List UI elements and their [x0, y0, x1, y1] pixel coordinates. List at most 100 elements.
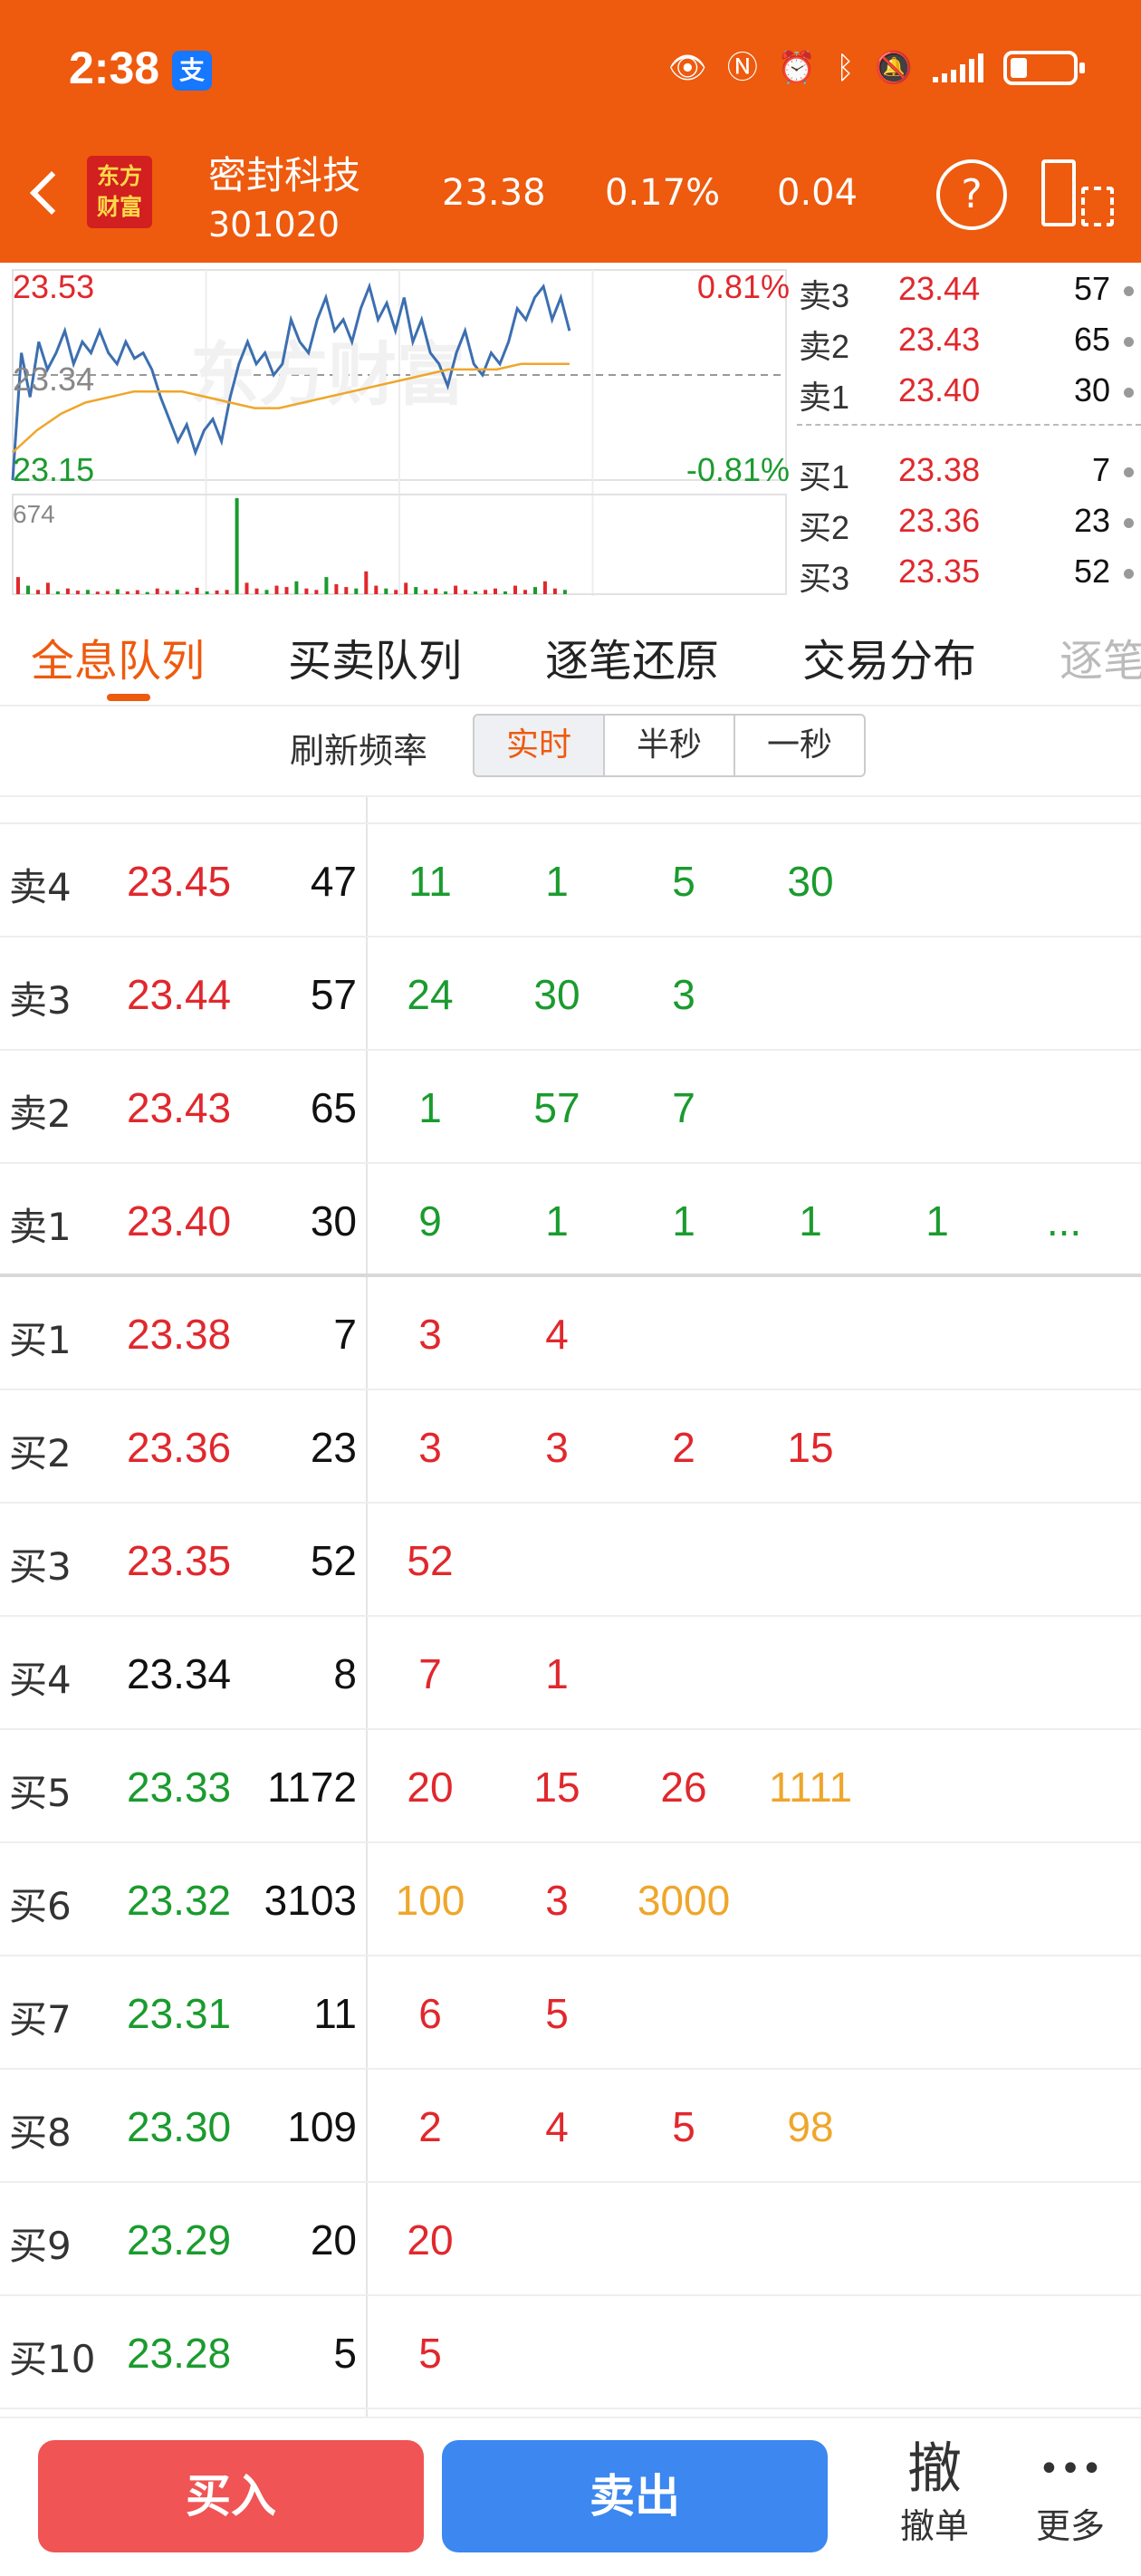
volume-bar	[55, 591, 60, 594]
queue-table[interactable]: 卖4 23.45 47 11 1 5 30 卖3 23.44 57 24 30 3 卖2 23.43 65 1 5…	[0, 797, 1141, 2417]
queue-order: 2	[672, 1424, 695, 1471]
queue-volume: 3103	[264, 1877, 357, 1924]
buy-button[interactable]: 买入	[38, 2440, 424, 2552]
intraday-chart[interactable]: 东方财富 23.53 23.34 23.15 0.81% -0.81% 674	[0, 263, 797, 598]
queue-row[interactable]: 买3 23.35 52 52	[0, 1504, 1141, 1617]
order-book-volume: 30	[1073, 371, 1110, 409]
volume-bar	[135, 590, 139, 594]
volume-bar	[364, 571, 369, 594]
queue-row[interactable]: 买7 23.31 11 6 5	[0, 1956, 1141, 2070]
queue-order: 52	[407, 1537, 454, 1584]
chart-min-price: 23.15	[13, 451, 95, 488]
queue-level: 卖1	[9, 1205, 72, 1249]
volume-bar	[284, 587, 289, 594]
tab-full-queue[interactable]: 全息队列	[31, 625, 205, 688]
order-book-row[interactable]: 卖1 23.40 30	[797, 366, 1141, 416]
header-change: 0.04	[777, 172, 858, 214]
queue-price: 23.44	[127, 971, 232, 1018]
queue-order: 9	[418, 1197, 442, 1245]
order-book-price: 23.38	[898, 451, 981, 488]
queue-order: ...	[1046, 1197, 1082, 1245]
eye-icon: 👁	[667, 50, 707, 86]
queue-row[interactable]: 买4 23.34 8 7 1	[0, 1617, 1141, 1730]
order-book-level: 买1	[799, 458, 850, 495]
volume-bar	[26, 585, 30, 594]
queue-order: 1	[545, 858, 569, 905]
order-book-dot-icon	[1124, 518, 1134, 528]
tab-tick-restore[interactable]: 逐笔还原	[545, 625, 719, 688]
chart-max-pct: 0.81%	[696, 268, 790, 305]
help-button[interactable]: ?	[936, 159, 1007, 230]
tab-trade-distribution[interactable]: 交易分布	[802, 625, 976, 688]
alipay-icon: 支	[172, 51, 212, 91]
queue-row[interactable]: 买8 23.30 109 2 4 5 98	[0, 2070, 1141, 2183]
volume-bar	[404, 582, 408, 594]
order-book-row[interactable]: 买3 23.35 52	[797, 547, 1141, 597]
queue-price: 23.34	[127, 1650, 232, 1697]
queue-row[interactable]: 卖2 23.43 65 1 57 7	[0, 1051, 1141, 1164]
back-button[interactable]	[20, 163, 74, 226]
queue-order: 5	[672, 2103, 695, 2150]
order-book-price: 23.40	[898, 371, 981, 409]
volume-bar	[244, 582, 249, 594]
switch-stock-icon[interactable]	[1041, 159, 1114, 230]
volume-bar	[95, 591, 100, 594]
refresh-half-second-button[interactable]: 半秒	[603, 714, 735, 777]
queue-row[interactable]: 买2 23.36 23 3 3 2 15	[0, 1390, 1141, 1504]
logo-text-2: 财富	[96, 194, 142, 220]
queue-row[interactable]: 买5 23.33 1172 20 15 26 1111	[0, 1730, 1141, 1843]
status-icons: 👁 Ⓝ ⏰ ᛒ 🔕	[667, 45, 1085, 91]
queue-order: 11	[408, 858, 452, 905]
intraday-chart-svg: 东方财富	[11, 269, 787, 596]
volume-bar	[45, 582, 50, 594]
chart-mid-price: 23.34	[13, 360, 95, 398]
more-button[interactable]: ••• 更多	[1016, 2435, 1125, 2549]
queue-level: 买1	[9, 1318, 72, 1362]
queue-order: 1	[672, 1197, 695, 1245]
stock-code: 301020	[208, 205, 340, 245]
queue-volume: 5	[333, 2330, 357, 2377]
queue-row[interactable]: 买9 23.29 20 20	[0, 2183, 1141, 2296]
refresh-realtime-button[interactable]: 实时	[473, 714, 605, 777]
queue-row[interactable]: 卖1 23.40 30 9 1 1 1 1...	[0, 1164, 1141, 1277]
queue-row[interactable]: 卖4 23.45 47 11 1 5 30	[0, 824, 1141, 937]
queue-row[interactable]: 买6 23.32 3103 100 3 3000	[0, 1843, 1141, 1956]
status-time: 2:38	[69, 43, 160, 93]
sell-button[interactable]: 卖出	[442, 2440, 828, 2552]
queue-row[interactable]: 买10 23.28 5 5	[0, 2296, 1141, 2409]
logo-text-1: 东方	[96, 163, 142, 189]
cancel-order-button[interactable]: 撤 撤单	[880, 2435, 989, 2549]
order-book-row[interactable]: 买1 23.38 7	[797, 446, 1141, 495]
queue-level: 买4	[9, 1658, 72, 1702]
order-book-volume: 23	[1073, 502, 1110, 539]
volume-bar	[533, 587, 537, 594]
queue-order: 1	[545, 1197, 569, 1245]
queue-level: 买6	[9, 1884, 72, 1928]
queue-order: 7	[418, 1650, 442, 1697]
queue-row[interactable]: 卖3 23.44 57 24 30 3	[0, 937, 1141, 1051]
volume-bar	[494, 588, 497, 594]
queue-order: 5	[672, 858, 695, 905]
order-book-price: 23.35	[898, 553, 981, 590]
active-tab-indicator	[107, 694, 150, 701]
order-book-row[interactable]: 卖2 23.43 65	[797, 315, 1141, 365]
volume-bar	[165, 591, 169, 594]
queue-price: 23.40	[127, 1197, 232, 1245]
refresh-one-second-button[interactable]: 一秒	[734, 714, 866, 777]
tab-tick[interactable]: 逐笔	[1060, 625, 1141, 688]
queue-price: 23.35	[127, 1537, 232, 1584]
queue-level: 买10	[9, 2337, 96, 2381]
volume-bar	[85, 590, 90, 594]
order-book-price: 23.43	[898, 321, 981, 358]
order-book-row[interactable]: 卖3 23.44 57	[797, 264, 1141, 314]
queue-row[interactable]: 买1 23.38 7 3 4	[0, 1277, 1141, 1390]
order-book-row[interactable]: 买2 23.36 23	[797, 496, 1141, 546]
tab-bid-ask-queue[interactable]: 买卖队列	[288, 625, 462, 688]
queue-order: 3000	[637, 1877, 731, 1924]
queue-order: 3	[672, 971, 695, 1018]
chart-max-price: 23.53	[13, 268, 95, 305]
cancel-order-icon: 撤	[907, 2437, 962, 2501]
queue-level: 卖2	[9, 1091, 72, 1136]
volume-bar	[444, 591, 448, 594]
mute-icon: 🔕	[874, 50, 913, 86]
